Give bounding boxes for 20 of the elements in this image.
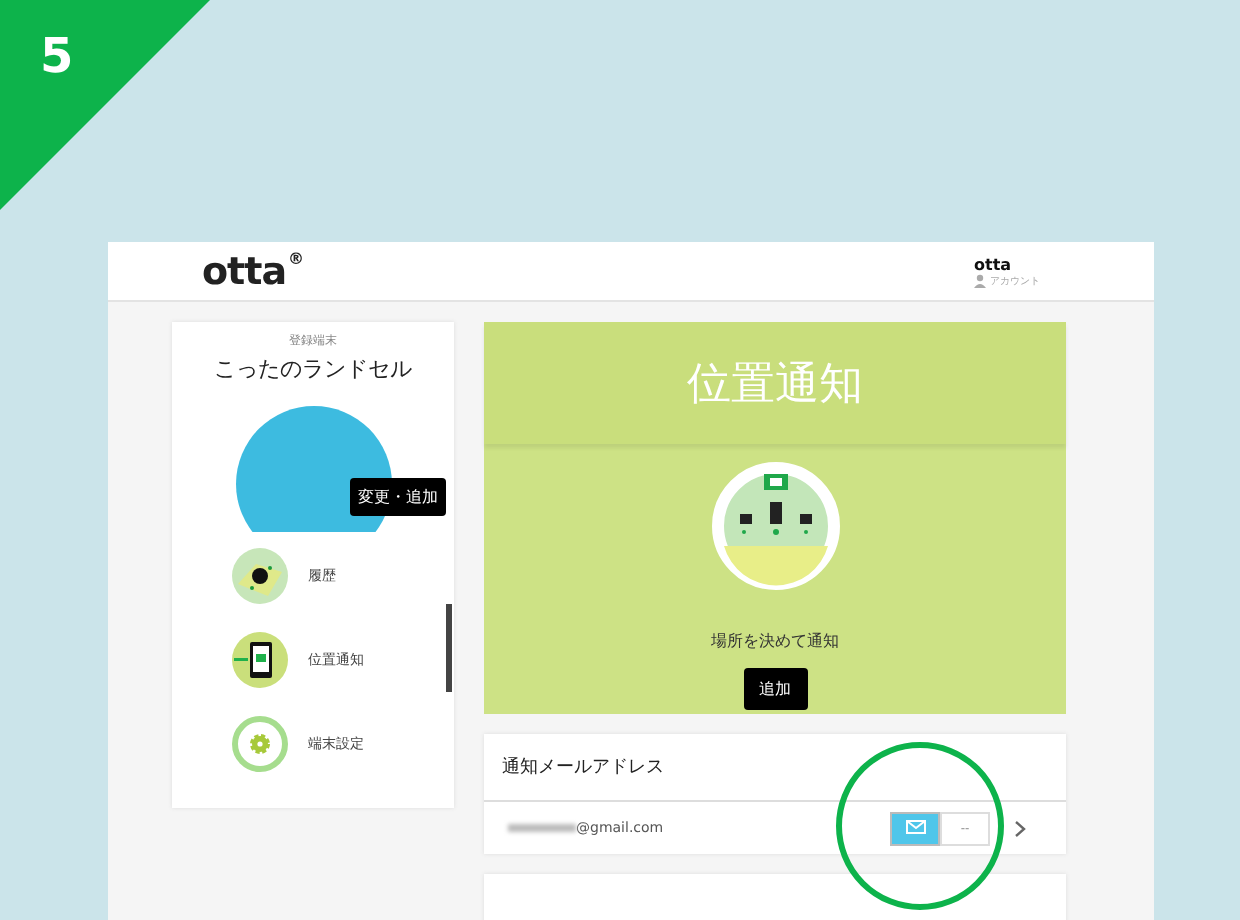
town-map-drawing [711,462,839,590]
mail-icon [905,820,925,836]
panel-title: 位置通知 [687,357,863,413]
mail-toggle-button[interactable] [890,811,940,845]
phone-icon [232,632,288,688]
add-button[interactable]: 追加 [743,668,807,710]
blurred-text [508,824,576,832]
logo-text: otta [202,249,287,293]
user-name: otta [974,255,1014,273]
step-number: 5 [40,28,74,84]
registered-mark: ® [288,249,304,267]
map-icon [232,548,288,604]
device-name: こったのランドセル [214,354,412,384]
chevron-right-icon[interactable] [1014,819,1026,837]
change-button[interactable]: 変更・追加 [350,478,446,516]
card-title: 通知メールアドレス [502,755,664,780]
panel-description: 場所を決めて通知 [711,630,839,652]
person-icon [974,273,986,287]
gear-icon [232,716,288,772]
scrollbar-thumb[interactable] [446,604,452,692]
